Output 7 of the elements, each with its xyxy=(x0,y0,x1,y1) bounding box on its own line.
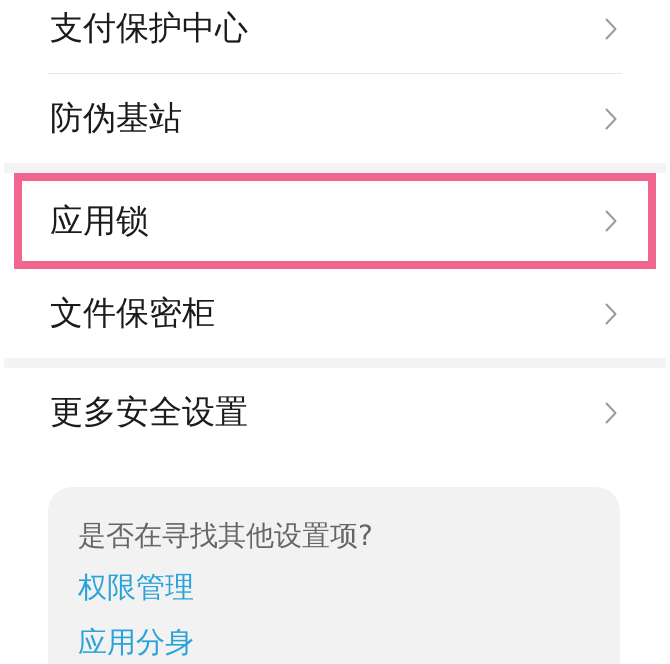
chevron-icon xyxy=(605,108,617,130)
chevron-icon xyxy=(605,302,617,324)
chevron-icon xyxy=(605,402,617,424)
chevron-icon xyxy=(605,210,617,232)
chevron-icon xyxy=(605,18,617,40)
settings-row[interactable]: 应用锁 xyxy=(14,173,656,269)
suggestions-title: 是否在寻找其他设置项? xyxy=(78,518,373,554)
